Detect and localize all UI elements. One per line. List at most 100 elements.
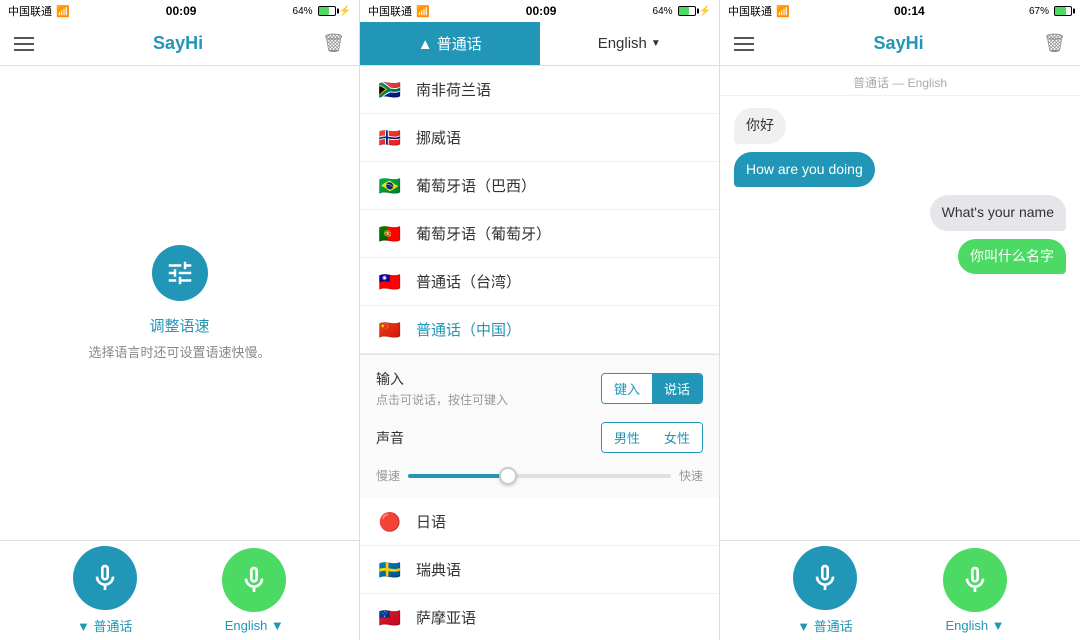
list-item[interactable]: 🇳🇴 挪威语: [360, 114, 719, 162]
toggle-type-button[interactable]: 键入: [602, 374, 652, 403]
input-settings-row: 输入 点击可说话，按住可键入 键入 说话: [376, 369, 703, 408]
lang-name-samoan: 萨摩亚语: [416, 607, 476, 628]
carrier-left: 中国联通: [8, 3, 52, 19]
lang-col-left-1: ▼ 普通话: [73, 546, 137, 635]
input-type-toggle: 键入 说话: [601, 373, 703, 404]
lang-selector: ▲ 普通话 English ▼: [360, 22, 719, 66]
wifi-icon-middle: 📶: [416, 5, 430, 18]
chat-message-left-2: How are you doing: [734, 152, 875, 188]
app-title-left: SayHi: [153, 33, 203, 54]
speed-fast-label: 快速: [679, 467, 703, 484]
header-right: SayHi 🗑: [720, 22, 1080, 66]
menu-button-left[interactable]: [14, 37, 34, 51]
lang-label-english-left[interactable]: English ▼: [225, 618, 284, 633]
chevron-down-icon-english: ▼: [651, 38, 661, 49]
list-item[interactable]: 🇿🇦 南非荷兰语: [360, 66, 719, 114]
mic-button-teal-left[interactable]: [73, 546, 137, 610]
list-item[interactable]: 🇧🇷 葡萄牙语（巴西）: [360, 162, 719, 210]
time-middle: 00:09: [526, 4, 557, 18]
list-item[interactable]: 🇸🇪 瑞典语: [360, 546, 719, 594]
bubble-english-1: How are you doing: [734, 152, 875, 188]
tab-mandarin[interactable]: ▲ 普通话: [360, 22, 540, 65]
lang-name-portuguese-brazil: 葡萄牙语（巴西）: [416, 175, 536, 196]
charging-icon-middle: ⚡: [699, 6, 711, 17]
chat-message-right-2: 你叫什么名字: [958, 239, 1066, 275]
slider-thumb[interactable]: [499, 467, 517, 485]
battery-percent-left: 64%: [293, 6, 313, 17]
panel-right: 中国联通 📶 00:14 67% SayHi 🗑 普通话 — English 你…: [720, 0, 1080, 640]
flag-sweden: 🇸🇪: [376, 560, 404, 580]
mic-icon-teal-right: [809, 562, 841, 594]
tab-english[interactable]: English ▼: [540, 22, 720, 65]
lang-name-mandarin-taiwan: 普通话（台湾）: [416, 271, 521, 292]
list-item[interactable]: 🔴 日语: [360, 498, 719, 546]
mic-button-green-right[interactable]: [943, 548, 1007, 612]
lang-label-mandarin-right[interactable]: ▼ 普通话: [797, 616, 852, 635]
battery-icon-right: [1054, 6, 1072, 16]
flag-china: 🇨🇳: [376, 320, 404, 340]
list-item[interactable]: 🇼🇸 萨摩亚语: [360, 594, 719, 640]
chat-message-left-1: 你好: [734, 108, 786, 144]
status-bar-middle: 中国联通 📶 00:09 64% ⚡: [360, 0, 719, 22]
settings-content: 调整语速 选择语言时还可设置语速快慢。: [0, 66, 359, 540]
lang-col-left-2: English ▼: [222, 548, 286, 633]
battery-percent-middle: 64%: [653, 6, 673, 17]
status-bar-right: 中国联通 📶 00:14 67%: [720, 0, 1080, 22]
lang-name-swedish: 瑞典语: [416, 559, 461, 580]
battery-percent-right: 67%: [1029, 6, 1049, 17]
chat-subheader: 普通话 — English: [720, 66, 1080, 96]
settings-title: 调整语速: [149, 315, 209, 336]
panel-middle: 中国联通 📶 00:09 64% ⚡ ▲ 普通话 English ▼ 🇿🇦 南非…: [360, 0, 720, 640]
charging-icon-left: ⚡: [339, 6, 351, 17]
mic-button-teal-right[interactable]: [793, 546, 857, 610]
carrier-middle: 中国联通: [368, 3, 412, 19]
flag-japan: 🔴: [376, 512, 404, 532]
lang-name-afrikaans: 南非荷兰语: [416, 79, 491, 100]
flag-norway: 🇳🇴: [376, 128, 404, 148]
toggle-speak-button[interactable]: 说话: [652, 374, 702, 403]
time-left: 00:09: [166, 4, 197, 18]
bubble-english-2: What's your name: [930, 195, 1066, 231]
tab-mandarin-label: ▲ 普通话: [418, 33, 482, 54]
lang-name-portuguese-portugal: 葡萄牙语（葡萄牙）: [416, 223, 551, 244]
wifi-icon-right: 📶: [776, 5, 790, 18]
mic-icon-green-left: [238, 564, 270, 596]
delete-button-left[interactable]: 🗑: [322, 33, 345, 54]
delete-button-right[interactable]: 🗑: [1043, 33, 1066, 54]
flag-portugal: 🇵🇹: [376, 224, 404, 244]
list-item-selected[interactable]: 🇨🇳 普通话（中国）: [360, 306, 719, 354]
list-item[interactable]: 🇵🇹 葡萄牙语（葡萄牙）: [360, 210, 719, 258]
app-title-right: SayHi: [874, 33, 924, 54]
lang-label-english-right[interactable]: English ▼: [945, 618, 1004, 633]
lang-name-japanese: 日语: [416, 511, 446, 532]
panel-left: 中国联通 📶 00:09 64% ⚡ SayHi 🗑 调整语速 选择语言时还可设…: [0, 0, 360, 640]
toggle-male-button[interactable]: 男性: [602, 423, 652, 452]
toggle-female-button[interactable]: 女性: [652, 423, 702, 452]
voice-label: 声音: [376, 428, 404, 448]
battery-icon-left: [318, 6, 336, 16]
menu-button-right[interactable]: [734, 37, 754, 51]
bubble-chinese-1: 你好: [734, 108, 786, 144]
flag-south-africa: 🇿🇦: [376, 80, 404, 100]
bubble-chinese-2: 你叫什么名字: [958, 239, 1066, 275]
mic-icon-left: [89, 562, 121, 594]
time-right: 00:14: [894, 4, 925, 18]
language-list: 🇿🇦 南非荷兰语 🇳🇴 挪威语 🇧🇷 葡萄牙语（巴西） 🇵🇹 葡萄牙语（葡萄牙）…: [360, 66, 719, 640]
input-sublabel: 点击可说话，按住可键入: [376, 391, 508, 408]
voice-gender-toggle: 男性 女性: [601, 422, 703, 453]
carrier-right: 中国联通: [728, 3, 772, 19]
settings-desc: 选择语言时还可设置语速快慢。: [88, 342, 270, 361]
voice-settings-row: 声音 男性 女性: [376, 422, 703, 453]
mic-button-green-left[interactable]: [222, 548, 286, 612]
speed-slow-label: 慢速: [376, 467, 400, 484]
wifi-icon-left: 📶: [56, 5, 70, 18]
lang-label-mandarin-left[interactable]: ▼ 普通话: [77, 616, 132, 635]
flag-samoa: 🇼🇸: [376, 608, 404, 628]
sliders-icon: [165, 258, 195, 288]
input-label: 输入: [376, 369, 508, 389]
tab-english-label: English: [598, 35, 647, 52]
speed-slider[interactable]: [408, 474, 671, 478]
bottom-area-left: ▼ 普通话 English ▼: [0, 540, 359, 640]
list-item[interactable]: 🇹🇼 普通话（台湾）: [360, 258, 719, 306]
lang-name-norwegian: 挪威语: [416, 127, 461, 148]
